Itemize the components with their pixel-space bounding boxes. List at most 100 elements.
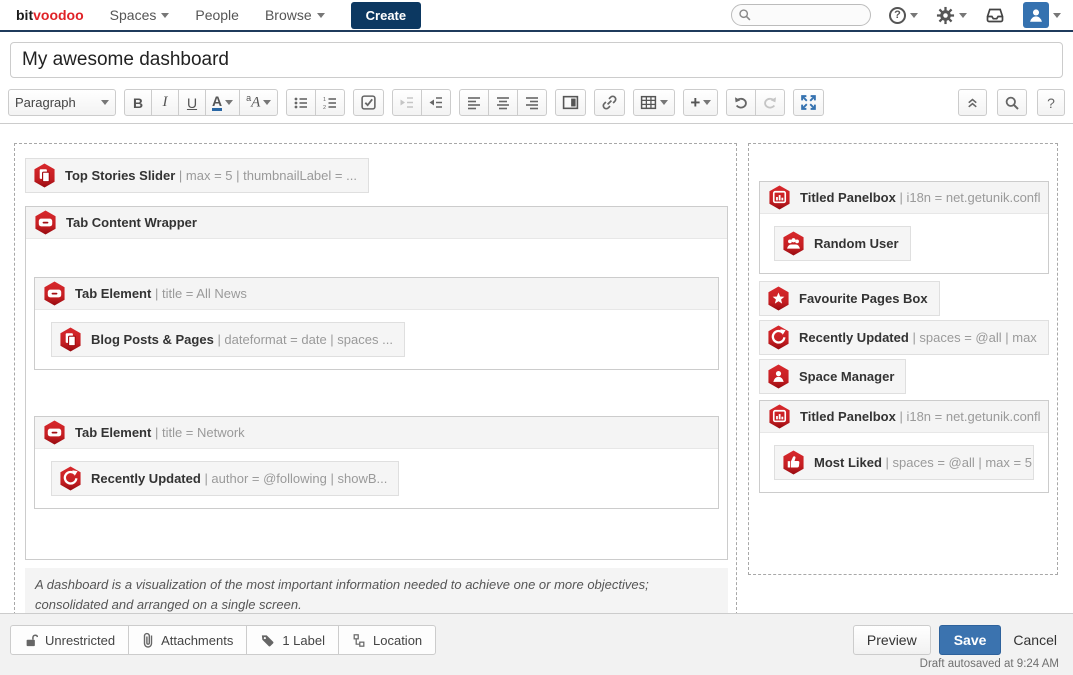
macro-titled-panelbox-1[interactable]: Titled Panelbox | i18n = net.getunik.con… bbox=[759, 181, 1049, 274]
macro-titled-panelbox-header[interactable]: Titled Panelbox | i18n = net.getunik.con… bbox=[760, 401, 1048, 433]
macro-tab-content-wrapper-header[interactable]: Tab Content Wrapper bbox=[26, 207, 727, 239]
unlock-icon bbox=[24, 633, 38, 648]
bullet-list-button[interactable] bbox=[286, 89, 316, 116]
bold-button[interactable]: B bbox=[124, 89, 152, 116]
task-list-button[interactable] bbox=[353, 89, 384, 116]
tab-icon bbox=[43, 281, 66, 306]
help-menu[interactable]: ? bbox=[889, 7, 918, 24]
thumbsup-icon bbox=[782, 450, 805, 475]
page-layout-button[interactable] bbox=[555, 89, 586, 116]
macro-recently-updated-network[interactable]: Recently Updated | author = @following |… bbox=[51, 461, 399, 496]
outdent-button[interactable] bbox=[392, 89, 422, 116]
preview-button[interactable]: Preview bbox=[853, 625, 931, 655]
pages-icon bbox=[59, 327, 82, 352]
redo-button[interactable] bbox=[755, 89, 785, 116]
align-center-button[interactable] bbox=[488, 89, 518, 116]
chevron-down-icon bbox=[910, 13, 918, 18]
footer-actions: Preview Save Cancel bbox=[853, 625, 1061, 655]
search-input[interactable] bbox=[731, 4, 871, 26]
link-button[interactable] bbox=[594, 89, 625, 116]
user-menu[interactable] bbox=[1023, 2, 1061, 28]
macro-tab-element-header[interactable]: Tab Element | title = All News bbox=[35, 278, 718, 310]
text-color-button[interactable]: A bbox=[205, 89, 240, 116]
page-title-input[interactable] bbox=[10, 42, 1063, 78]
indent-button[interactable] bbox=[421, 89, 451, 116]
macro-blog-posts-pages[interactable]: Blog Posts & Pages | dateformat = date |… bbox=[51, 322, 405, 357]
find-replace-button[interactable] bbox=[997, 89, 1027, 116]
panelbox-icon bbox=[768, 404, 791, 429]
settings-menu[interactable] bbox=[936, 6, 967, 25]
collapse-toolbar-button[interactable] bbox=[958, 89, 987, 116]
nav-people[interactable]: People bbox=[195, 7, 239, 23]
macro-space-manager[interactable]: Space Manager bbox=[759, 359, 906, 394]
location-button[interactable]: Location bbox=[338, 625, 436, 655]
macro-tab-element-header[interactable]: Tab Element | title = Network bbox=[35, 417, 718, 449]
table-button[interactable] bbox=[633, 89, 675, 116]
labels-button[interactable]: 1 Label bbox=[246, 625, 339, 655]
layout-cell-main[interactable]: Top Stories Slider | max = 5 | thumbnail… bbox=[14, 143, 737, 630]
user-avatar-icon bbox=[1023, 2, 1049, 28]
bitvoodoo-logo[interactable]: bitvoodoo bbox=[16, 7, 84, 23]
cancel-button[interactable]: Cancel bbox=[1009, 626, 1061, 654]
undo-button[interactable] bbox=[726, 89, 756, 116]
macro-tab-element-body[interactable]: Recently Updated | author = @following |… bbox=[35, 449, 718, 508]
search-icon bbox=[738, 8, 752, 22]
person-icon bbox=[767, 364, 790, 389]
quick-search[interactable] bbox=[731, 4, 871, 26]
macro-titled-panelbox-body[interactable]: Most Liked | spaces = @all | max = 5 bbox=[760, 433, 1048, 492]
macro-titled-panelbox-header[interactable]: Titled Panelbox | i18n = net.getunik.con… bbox=[760, 182, 1048, 214]
refresh-icon bbox=[59, 466, 82, 491]
macro-titled-panelbox-body[interactable]: Random User bbox=[760, 214, 1048, 273]
nav-browse[interactable]: Browse bbox=[265, 7, 325, 23]
fullscreen-button[interactable] bbox=[793, 89, 824, 116]
save-button[interactable]: Save bbox=[939, 625, 1002, 655]
nav-spaces[interactable]: Spaces bbox=[110, 7, 170, 23]
align-left-button[interactable] bbox=[459, 89, 489, 116]
editor-content[interactable]: Top Stories Slider | max = 5 | thumbnail… bbox=[0, 124, 1073, 630]
help-icon: ? bbox=[889, 7, 906, 24]
macro-top-stories-slider[interactable]: Top Stories Slider | max = 5 | thumbnail… bbox=[25, 158, 369, 193]
page-metadata-bar: Unrestricted Attachments 1 Label Locatio… bbox=[10, 625, 436, 655]
attachments-button[interactable]: Attachments bbox=[128, 625, 247, 655]
paperclip-icon bbox=[142, 632, 154, 648]
macro-most-liked[interactable]: Most Liked | spaces = @all | max = 5 bbox=[774, 445, 1034, 480]
chevron-down-icon bbox=[703, 100, 711, 105]
macro-tab-element-body[interactable]: Blog Posts & Pages | dateformat = date |… bbox=[35, 310, 718, 369]
macro-tab-content-wrapper-body[interactable]: Tab Element | title = All News Blog Post… bbox=[26, 239, 727, 559]
more-formatting-button[interactable]: aA bbox=[239, 89, 278, 116]
hierarchy-icon bbox=[352, 633, 366, 648]
autosave-status: Draft autosaved at 9:24 AM bbox=[920, 658, 1059, 670]
editor-help-button[interactable]: ? bbox=[1037, 89, 1065, 116]
underline-button[interactable]: U bbox=[178, 89, 206, 116]
macro-tab-element-all-news[interactable]: Tab Element | title = All News Blog Post… bbox=[34, 277, 719, 370]
chevron-down-icon bbox=[161, 13, 169, 18]
chevron-down-icon bbox=[959, 13, 967, 18]
chevron-down-icon bbox=[1053, 13, 1061, 18]
pages-icon bbox=[33, 163, 56, 188]
chevron-down-icon bbox=[101, 100, 109, 105]
italic-button[interactable]: I bbox=[151, 89, 179, 116]
chevron-down-icon bbox=[225, 100, 233, 105]
notifications-tray[interactable] bbox=[985, 7, 1005, 24]
align-right-button[interactable] bbox=[517, 89, 547, 116]
chevron-down-icon bbox=[317, 13, 325, 18]
layout-cell-sidebar[interactable]: Titled Panelbox | i18n = net.getunik.con… bbox=[748, 143, 1058, 575]
macro-tab-content-wrapper[interactable]: Tab Content Wrapper Tab Element | title … bbox=[25, 206, 728, 560]
editor-footer: Unrestricted Attachments 1 Label Locatio… bbox=[0, 613, 1073, 675]
insert-more-button[interactable]: + bbox=[683, 89, 718, 116]
title-row bbox=[0, 32, 1073, 84]
macro-titled-panelbox-2[interactable]: Titled Panelbox | i18n = net.getunik.con… bbox=[759, 400, 1049, 493]
macro-recently-updated-sidebar[interactable]: Recently Updated | spaces = @all | max =… bbox=[759, 320, 1049, 355]
macro-random-user[interactable]: Random User bbox=[774, 226, 911, 261]
refresh-icon bbox=[767, 325, 790, 350]
chevron-down-icon bbox=[660, 100, 668, 105]
macro-favourite-pages-box[interactable]: Favourite Pages Box bbox=[759, 281, 940, 316]
macro-tab-element-network[interactable]: Tab Element | title = Network Recently U… bbox=[34, 416, 719, 509]
create-button[interactable]: Create bbox=[351, 2, 421, 29]
numbered-list-button[interactable]: 12 bbox=[315, 89, 345, 116]
paragraph-style-dropdown[interactable]: Paragraph bbox=[8, 89, 116, 116]
tab-icon bbox=[34, 210, 57, 235]
tab-icon bbox=[43, 420, 66, 445]
restrictions-button[interactable]: Unrestricted bbox=[10, 625, 129, 655]
people-icon bbox=[782, 231, 805, 256]
